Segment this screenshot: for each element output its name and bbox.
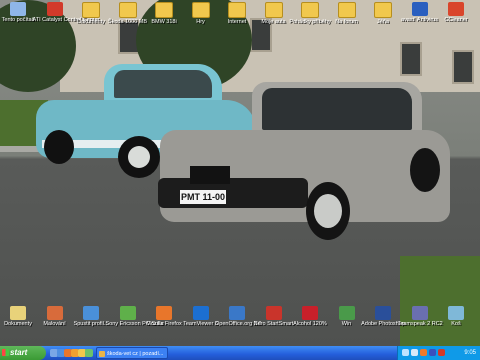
start-button[interactable]: start bbox=[0, 346, 46, 360]
computer-icon bbox=[10, 2, 26, 16]
teamspeak-icon bbox=[411, 306, 428, 320]
paint-icon bbox=[46, 306, 63, 320]
taskbar-window-button[interactable]: škoda-vet cz | pozadí... bbox=[96, 347, 168, 359]
alcohol-icon bbox=[302, 306, 318, 320]
system-tray: 9:05 bbox=[397, 346, 480, 360]
security-tray-icon[interactable] bbox=[438, 349, 445, 356]
folder-icon bbox=[301, 2, 319, 18]
sony-ericsson-icon bbox=[119, 306, 136, 320]
folder-icon bbox=[155, 2, 173, 18]
openoffice-icon bbox=[229, 306, 245, 320]
profile-icon bbox=[83, 306, 99, 320]
folder-icon bbox=[374, 2, 392, 18]
avast-tray-icon[interactable] bbox=[420, 349, 427, 356]
desktop-wallpaper: PMT 11-00 bbox=[0, 0, 480, 346]
windows-logo-icon bbox=[2, 349, 9, 356]
folder-icon bbox=[337, 2, 356, 18]
ati-icon bbox=[46, 2, 63, 16]
start-label: start bbox=[10, 348, 28, 357]
avast-icon bbox=[411, 2, 428, 16]
nero-icon bbox=[265, 306, 282, 320]
volume-icon[interactable] bbox=[411, 349, 418, 356]
folder-icon bbox=[118, 2, 137, 18]
clock[interactable]: 9:05 bbox=[464, 346, 476, 360]
license-plate: PMT 11-00 bbox=[180, 190, 226, 204]
folder-icon bbox=[264, 2, 283, 18]
folder-icon bbox=[82, 2, 100, 18]
window bbox=[400, 42, 422, 76]
silver-bmw-car: PMT 11-00 bbox=[156, 78, 454, 246]
desktop-icon[interactable]: Koš bbox=[434, 306, 478, 327]
firefox-icon bbox=[156, 306, 172, 320]
desktop-icon-label: Koš bbox=[451, 321, 461, 327]
folder-icon bbox=[191, 2, 210, 18]
taskbar-window-title: škoda-vet cz | pozadí... bbox=[107, 351, 164, 357]
folder-icon bbox=[228, 2, 246, 18]
taskbar: start škoda-vet cz | pozadí... 9:05 bbox=[0, 346, 480, 360]
desktop-icon[interactable]: CCleaner bbox=[434, 2, 478, 23]
desktop-icon-label: CCleaner bbox=[444, 17, 468, 23]
network-icon[interactable] bbox=[402, 349, 409, 356]
messenger-icon[interactable] bbox=[85, 349, 93, 357]
antivirus-tray-icon[interactable] bbox=[429, 349, 436, 356]
window-app-icon bbox=[99, 351, 105, 357]
win-icon bbox=[338, 306, 355, 320]
recycle-bin-icon bbox=[448, 306, 464, 320]
curb bbox=[0, 146, 40, 152]
ccleaner-icon bbox=[448, 2, 464, 16]
teamviewer-icon bbox=[192, 306, 209, 320]
photoshop-icon bbox=[375, 306, 391, 320]
window bbox=[452, 50, 474, 84]
documents-icon bbox=[10, 306, 26, 320]
grass bbox=[400, 256, 480, 346]
